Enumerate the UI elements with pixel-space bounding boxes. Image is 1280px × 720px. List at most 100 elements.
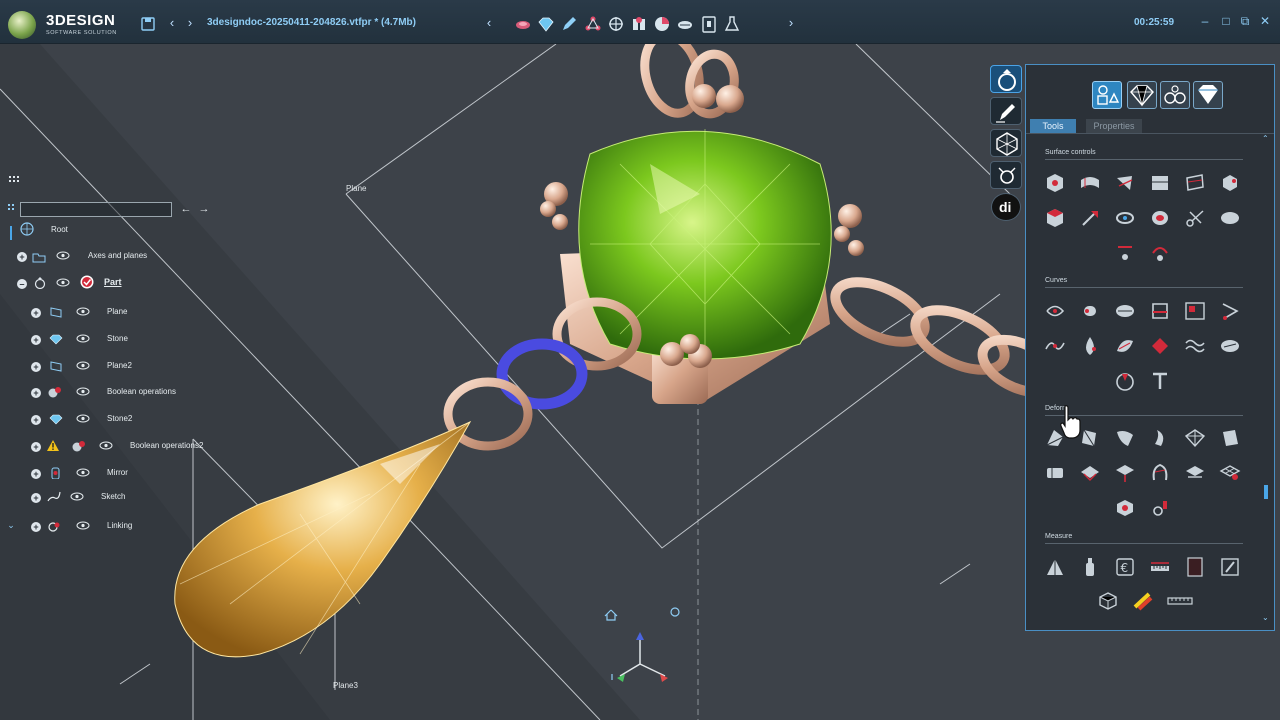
pen-icon[interactable] [560,15,578,33]
deform-project-icon[interactable] [1114,462,1136,484]
gem-tab-button[interactable] [1127,81,1157,109]
render-icon[interactable] [630,15,648,33]
rings-tab-button[interactable] [1160,81,1190,109]
drag-handle-icon[interactable] [8,204,16,214]
tree-item-boolean[interactable]: Boolean operations [107,384,176,400]
assembly-module-button[interactable] [990,161,1022,189]
tree-root[interactable]: Root [51,222,68,238]
measure-thickness-icon[interactable] [1132,590,1154,612]
next-icon[interactable]: › [784,14,798,32]
measure-panel-icon[interactable] [1184,556,1206,578]
measure-ruler-icon[interactable] [1149,556,1171,578]
measure-weight-icon[interactable] [1044,556,1066,578]
revolve-tool-icon[interactable] [1114,207,1136,229]
transform-icon[interactable] [607,15,625,33]
render-tab-button[interactable] [1193,81,1223,109]
di-module-button[interactable]: di [991,193,1021,221]
curve-triangle-icon[interactable] [1219,300,1241,322]
deform-ring-icon[interactable] [1149,497,1171,519]
deform-cube-icon[interactable] [1114,497,1136,519]
tab-properties[interactable]: Properties [1086,119,1142,133]
deform-lattice-icon[interactable] [1184,427,1206,449]
curve-blob-icon[interactable] [1219,335,1241,357]
flask-icon[interactable] [723,15,741,33]
tree-item-plane[interactable]: Plane [107,304,127,320]
box-tool-icon[interactable] [1219,172,1241,194]
scrollbar-thumb[interactable] [1264,485,1268,499]
eye-icon[interactable] [99,441,113,450]
expand-toggle[interactable]: + [17,252,27,262]
stone-tool-icon[interactable] [514,15,532,33]
curve-sine-icon[interactable] [1184,335,1206,357]
curve-pipe-icon[interactable] [1079,300,1101,322]
curve-diamond-icon[interactable] [1149,335,1171,357]
close-button[interactable]: ✕ [1258,14,1272,28]
tree-item-stone[interactable]: Stone [107,331,128,347]
maximize-button[interactable]: □ [1219,14,1233,28]
expand-toggle[interactable]: + [31,469,41,479]
eye-icon[interactable] [76,468,90,477]
deform-cage-icon[interactable] [1219,462,1241,484]
tree-item-boolean2[interactable]: Boolean operations2 [130,438,203,454]
text-tool-icon[interactable] [1149,370,1171,392]
deform-twist-icon[interactable] [1079,427,1101,449]
scissors-tool-icon[interactable] [1184,207,1206,229]
expand-toggle[interactable]: + [31,388,41,398]
tree-next-arrow-icon[interactable]: → [198,200,210,218]
eye-icon[interactable] [56,278,70,287]
curve-profile-icon[interactable] [1149,300,1171,322]
tree-item-axes[interactable]: Axes and planes [88,248,147,264]
eye-icon[interactable] [76,307,90,316]
curve-drop-icon[interactable] [1079,335,1101,357]
tree-item-sketch[interactable]: Sketch [101,489,125,505]
expand-toggle[interactable]: + [31,308,41,318]
shapes-tab-button[interactable] [1092,81,1122,109]
tree-search-input[interactable] [20,202,172,217]
mesh-module-button[interactable] [990,129,1022,157]
expand-toggle[interactable]: + [31,522,41,532]
offset-tool-icon[interactable] [1184,172,1206,194]
draw-module-button[interactable] [990,97,1022,125]
eye-icon[interactable] [76,521,90,530]
eye-icon[interactable] [76,334,90,343]
twist-tool-icon[interactable] [1149,172,1171,194]
cap-tool-icon[interactable] [1114,241,1136,263]
surface-tool-icon[interactable] [1079,172,1101,194]
deform-wrap-icon[interactable] [1079,462,1101,484]
curve-ellipse-icon[interactable] [1114,300,1136,322]
deform-flex-icon[interactable] [1149,427,1171,449]
tree-item-stone2[interactable]: Stone2 [107,411,132,427]
active-check-icon[interactable] [80,275,94,289]
tree-item-linking[interactable]: Linking [107,518,132,534]
tab-tools[interactable]: Tools [1030,119,1076,133]
curve-leaf-icon[interactable] [1114,335,1136,357]
expand-toggle[interactable]: + [31,415,41,425]
eye-icon[interactable] [56,251,70,260]
tree-item-plane2[interactable]: Plane2 [107,358,132,374]
expand-toggle[interactable]: + [31,493,41,503]
measure-cost-icon[interactable]: € [1114,556,1136,578]
curve-spiral-icon[interactable] [1044,300,1066,322]
expand-toggle[interactable]: + [31,335,41,345]
split-tool-icon[interactable] [1114,172,1136,194]
jewelry-module-button[interactable] [990,65,1022,93]
back-icon[interactable]: ‹ [166,14,178,32]
collapse-toggle[interactable]: – [17,279,27,289]
measure-scale-icon[interactable] [1167,590,1193,612]
grid-menu-icon[interactable] [9,176,19,186]
extrude-tool-icon[interactable] [1079,207,1101,229]
expand-toggle[interactable]: + [31,362,41,372]
restore-button[interactable]: ⧉ [1238,14,1252,28]
deform-scale-icon[interactable] [1219,427,1241,449]
tree-item-mirror[interactable]: Mirror [107,465,128,481]
eye-icon[interactable] [76,361,90,370]
eye-icon[interactable] [70,492,84,501]
measure-bottle-icon[interactable] [1079,556,1101,578]
cloud-icon[interactable] [676,15,694,33]
deform-flow-icon[interactable] [1149,462,1171,484]
arch-tool-icon[interactable] [1149,241,1171,263]
measure-note-icon[interactable] [1219,556,1241,578]
cut-icon[interactable] [653,15,671,33]
axis-gizmo[interactable] [604,607,680,682]
prev-icon[interactable]: ‹ [482,14,496,32]
